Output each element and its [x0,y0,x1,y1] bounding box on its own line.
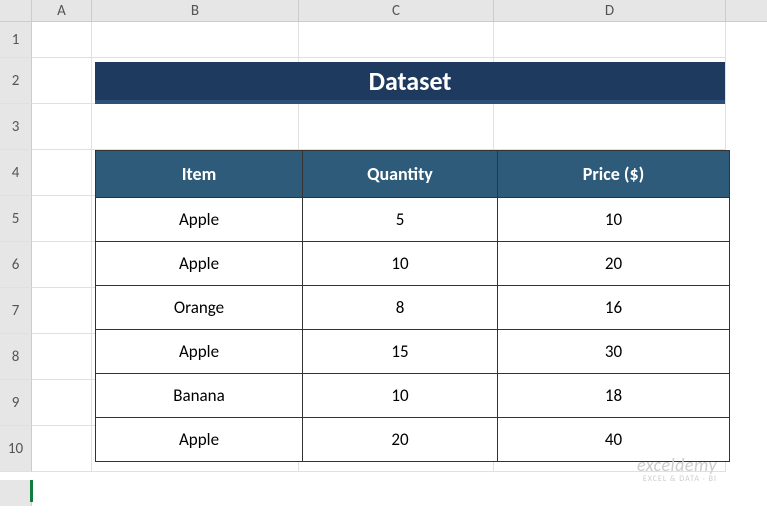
watermark-tagline: EXCEL & DATA · BI [637,474,717,484]
cell-price[interactable]: 10 [498,198,730,242]
select-all-corner[interactable] [0,0,32,21]
header-price[interactable]: Price ($) [498,151,730,198]
cell-d1[interactable] [494,22,726,58]
cell-item[interactable]: Banana [96,374,303,418]
cell-price[interactable]: 20 [498,242,730,286]
cell-item[interactable]: Apple [96,198,303,242]
header-quantity[interactable]: Quantity [303,151,498,198]
watermark-brand: exceldemy [637,454,717,476]
cell-quantity[interactable]: 10 [303,242,498,286]
table-row: Banana 10 18 [96,374,730,418]
cell-a5[interactable] [32,196,92,242]
cell-a4[interactable] [32,150,92,196]
cell-quantity[interactable]: 8 [303,286,498,330]
watermark: exceldemy EXCEL & DATA · BI [637,454,717,484]
row-header-5[interactable]: 5 [0,196,32,242]
row-1: 1 [0,22,767,58]
column-header-c[interactable]: C [299,0,494,21]
column-headers-row: A B C D [0,0,767,22]
cell-price[interactable]: 16 [498,286,730,330]
cell-a9[interactable] [32,380,92,426]
cell-a6[interactable] [32,242,92,288]
cell-a1[interactable] [32,22,92,58]
cell-a3[interactable] [32,104,92,150]
row-header-4[interactable]: 4 [0,150,32,196]
cell-c1[interactable] [299,22,494,58]
data-table: Item Quantity Price ($) Apple 5 10 Apple… [95,150,730,462]
row-header-6[interactable]: 6 [0,242,32,288]
cell-a8[interactable] [32,334,92,380]
row-header-9[interactable]: 9 [0,380,32,426]
dataset-title-banner: Dataset [95,62,725,104]
row-header-8[interactable]: 8 [0,334,32,380]
cell-quantity[interactable]: 5 [303,198,498,242]
row-header-10[interactable]: 10 [0,426,32,472]
column-header-a[interactable]: A [32,0,92,21]
table-row: Apple 20 40 [96,418,730,462]
cell-quantity[interactable]: 20 [303,418,498,462]
cell-price[interactable]: 30 [498,330,730,374]
cell-b1[interactable] [92,22,299,58]
row-header-11-partial[interactable] [0,480,32,506]
cell-price[interactable]: 18 [498,374,730,418]
row-3: 3 [0,104,767,150]
table-header-row: Item Quantity Price ($) [96,151,730,198]
row-header-2[interactable]: 2 [0,58,32,104]
row-header-1[interactable]: 1 [0,22,32,58]
table-row: Apple 15 30 [96,330,730,374]
cell-a2[interactable] [32,58,92,104]
cell-c3[interactable] [299,104,494,150]
column-header-b[interactable]: B [92,0,299,21]
cell-item[interactable]: Orange [96,286,303,330]
cell-a7[interactable] [32,288,92,334]
table-row: Apple 5 10 [96,198,730,242]
cell-a10[interactable] [32,426,92,472]
cell-quantity[interactable]: 10 [303,374,498,418]
column-header-d[interactable]: D [494,0,726,21]
cell-d3[interactable] [494,104,726,150]
row-header-3[interactable]: 3 [0,104,32,150]
cell-item[interactable]: Apple [96,242,303,286]
cell-item[interactable]: Apple [96,418,303,462]
cell-quantity[interactable]: 15 [303,330,498,374]
table-row: Orange 8 16 [96,286,730,330]
cell-item[interactable]: Apple [96,330,303,374]
cell-b3[interactable] [92,104,299,150]
table-row: Apple 10 20 [96,242,730,286]
row-header-7[interactable]: 7 [0,288,32,334]
header-item[interactable]: Item [96,151,303,198]
spreadsheet-container: A B C D 1 2 3 4 5 6 [0,0,767,518]
selection-indicator [30,480,33,502]
